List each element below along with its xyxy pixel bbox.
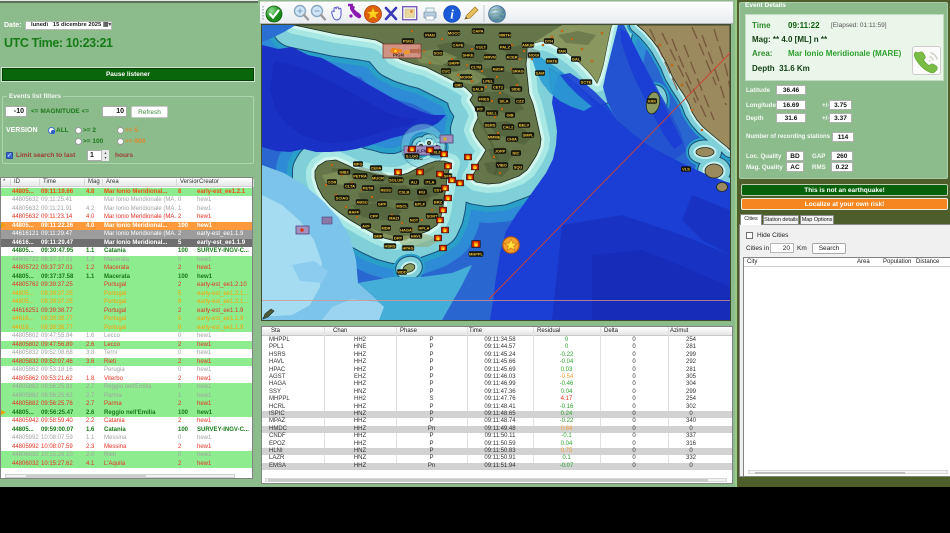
svg-text:RESU: RESU [380, 188, 391, 193]
svg-text:SRAG: SRAG [512, 69, 524, 74]
svg-text:MUCR: MUCR [372, 176, 384, 181]
svg-text:i: i [450, 7, 454, 22]
svg-text:MORM: MORM [460, 75, 473, 80]
svg-text:CAFE: CAFE [453, 43, 464, 48]
svg-text:KRK: KRK [648, 99, 657, 104]
svg-text:SCIAG: SCIAG [336, 196, 349, 201]
svg-text:MOCC: MOCC [448, 31, 460, 36]
svg-text:CZZ: CZZ [516, 99, 524, 104]
svg-text:BRZ: BRZ [434, 200, 443, 205]
svg-text:VIBO: VIBO [497, 163, 507, 168]
svg-text:GRPP: GRPP [448, 61, 460, 66]
svg-text:CAPA: CAPA [472, 29, 483, 34]
svg-text:GPP: GPP [378, 202, 387, 207]
svg-text:SILA: SILA [499, 99, 508, 104]
svg-text:EPLF: EPLF [415, 202, 426, 207]
svg-text:GMP: GMP [373, 234, 382, 239]
svg-text:AMUR: AMUR [522, 43, 534, 48]
svg-text:GIB2: GIB2 [339, 170, 349, 175]
svg-text:JOPP: JOPP [495, 149, 506, 154]
svg-text:ACER: ACER [506, 55, 517, 60]
svg-text:SAM: SAM [536, 71, 546, 76]
svg-text:ITLA: ITLA [426, 180, 435, 185]
svg-text:HSRS: HSRS [384, 244, 395, 249]
svg-text:WDD: WDD [397, 270, 407, 275]
svg-text:PIT: PIT [477, 107, 484, 112]
svg-text:LPEL: LPEL [483, 79, 494, 84]
svg-text:MSCL: MSCL [396, 204, 408, 209]
svg-text:PETR: PETR [363, 186, 374, 191]
svg-text:FIU: FIU [419, 190, 426, 195]
svg-text:ALI: ALI [411, 180, 417, 185]
svg-text:SIDE: SIDE [511, 87, 521, 92]
svg-text:COR: COR [328, 180, 337, 185]
svg-text:ABSR: ABSR [492, 67, 503, 72]
svg-text:MHPPL: MHPPL [469, 252, 484, 257]
svg-text:CLTA: CLTA [345, 184, 355, 189]
svg-text:SMPL: SMPL [522, 133, 534, 138]
svg-text:CAL2: CAL2 [503, 125, 514, 130]
svg-text:HPAG: HPAG [402, 246, 413, 251]
svg-text:SCTE: SCTE [581, 80, 592, 85]
svg-text:AVF: AVF [362, 224, 370, 229]
svg-text:SSY: SSY [434, 188, 442, 193]
svg-text:PIAN: PIAN [425, 33, 435, 38]
svg-text:PIGN: PIGN [393, 53, 404, 58]
svg-text:MATE: MATE [546, 59, 557, 64]
svg-text:HAVL: HAVL [411, 234, 422, 239]
svg-text:PSN1: PSN1 [403, 39, 414, 44]
svg-text:HPLA: HPLA [419, 226, 430, 231]
svg-text:CUC: CUC [442, 69, 451, 74]
svg-text:DPP: DPP [394, 236, 403, 241]
svg-text:SOLUN: SOLUN [389, 178, 403, 183]
svg-text:SQU: SQU [514, 165, 523, 170]
svg-text:ABSU: ABSU [356, 200, 367, 205]
svg-text:CHIA: CHIA [507, 137, 517, 142]
svg-text:VLS: VLS [682, 167, 690, 172]
svg-text:MDR: MDR [381, 226, 390, 231]
svg-text:CSLB: CSLB [399, 190, 410, 195]
svg-text:GAL: GAL [572, 57, 581, 62]
svg-text:NOT: NOT [410, 218, 419, 223]
svg-text:CPP: CPP [370, 214, 379, 219]
svg-text:HAGA: HAGA [400, 228, 412, 233]
svg-text:VULT: VULT [476, 45, 487, 50]
svg-text:MAZI: MAZI [389, 216, 399, 221]
svg-text:MMME: MMME [488, 135, 501, 140]
svg-text:MRVN: MRVN [484, 55, 496, 60]
svg-text:CLTB: CLTB [471, 65, 481, 70]
svg-text:CEFA: CEFA [371, 166, 382, 171]
svg-text:ORI: ORI [454, 83, 461, 88]
svg-text:NOGI: NOGI [529, 53, 539, 58]
svg-text:SHKE: SHKE [462, 53, 473, 58]
svg-text:SALB: SALB [473, 87, 484, 92]
svg-text:SERS: SERS [485, 123, 496, 128]
svg-text:GIB: GIB [506, 113, 513, 118]
svg-text:TAR: TAR [558, 49, 566, 54]
svg-text:PETRA: PETRA [353, 174, 367, 179]
svg-text:MPG: MPG [353, 162, 362, 167]
svg-text:MRTH: MRTH [499, 33, 511, 38]
svg-text:SOO: SOO [434, 51, 443, 56]
svg-text:S.LGO: S.LGO [406, 154, 418, 159]
svg-text:CET2: CET2 [493, 85, 504, 90]
svg-text:BELV: BELV [519, 123, 530, 128]
svg-text:FRES: FRES [479, 97, 490, 102]
svg-text:SELL: SELL [487, 111, 498, 116]
svg-text:DTH: DTH [545, 39, 553, 44]
svg-text:NIC: NIC [513, 151, 520, 156]
svg-text:RAFF: RAFF [349, 210, 360, 215]
svg-text:PALZ: PALZ [500, 45, 511, 50]
